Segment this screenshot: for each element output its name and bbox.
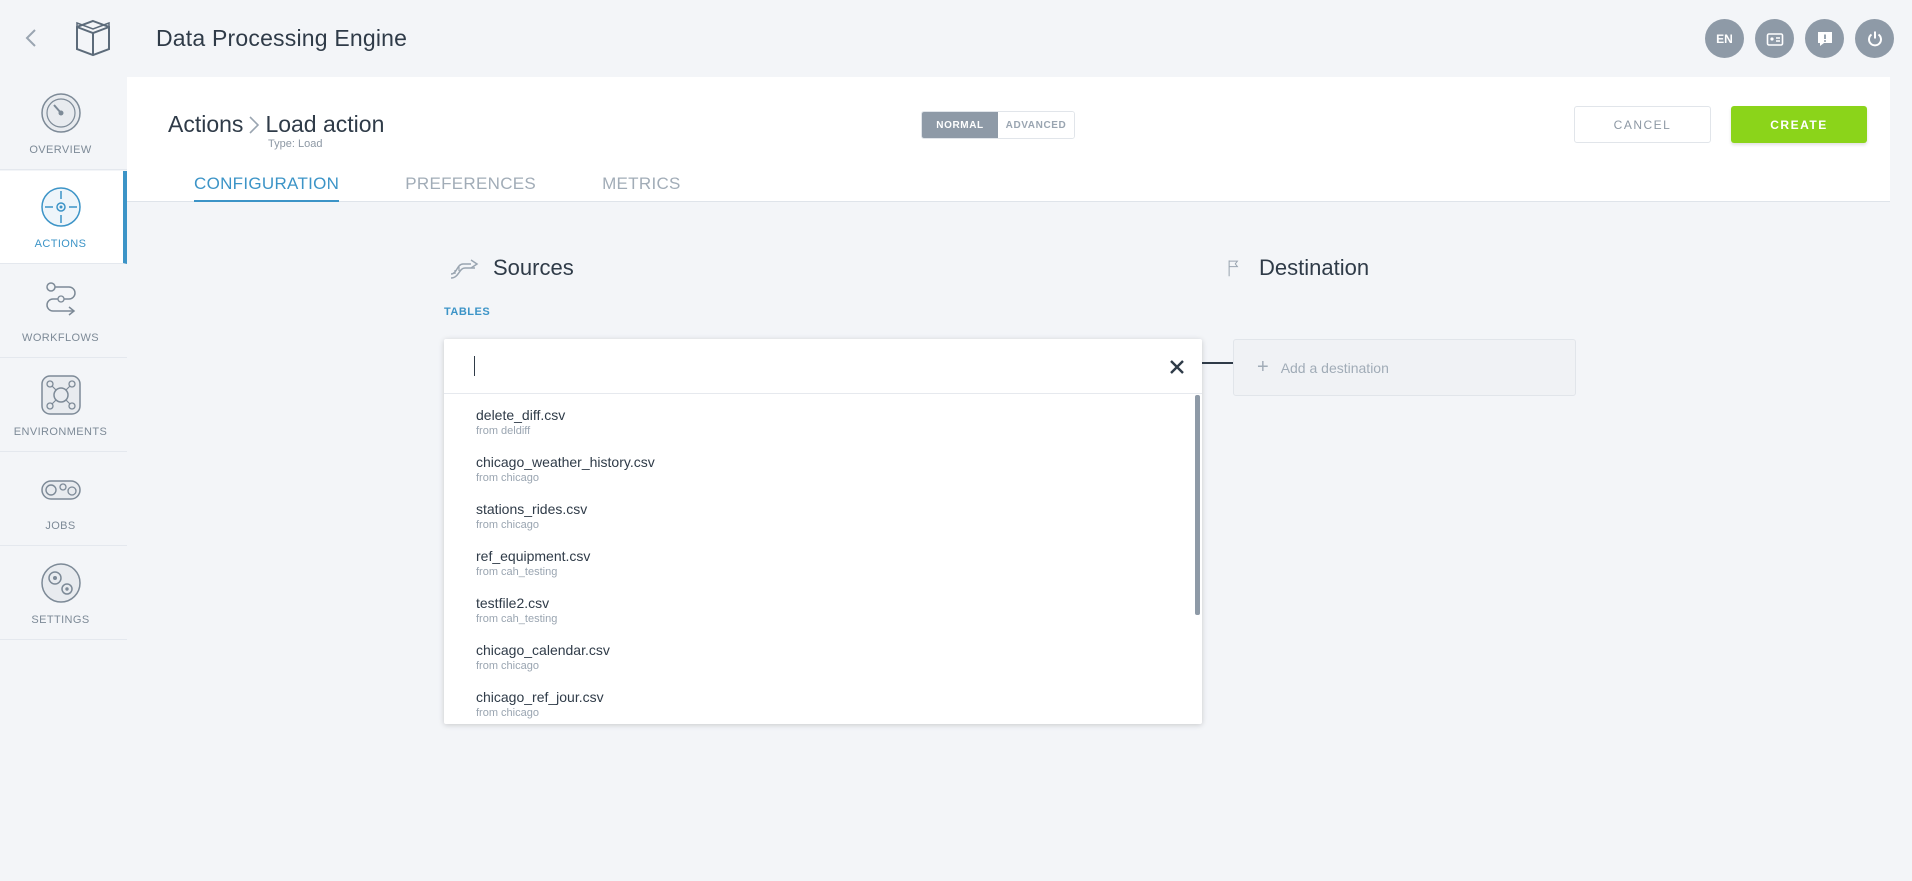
- conveyor-gears-icon: [41, 480, 81, 500]
- table-picker-dropdown: delete_diff.csv from deldiff chicago_wea…: [444, 339, 1202, 724]
- table-source: from cah_testing: [476, 566, 558, 578]
- help-chat-icon: [1817, 31, 1832, 46]
- sidebar-item-label: WORKFLOWS: [22, 332, 99, 344]
- chevron-right-icon: [249, 115, 260, 134]
- header-actions: EN: [1705, 19, 1894, 58]
- gears-icon: [41, 563, 81, 603]
- list-item[interactable]: delete_diff.csv from deldiff: [444, 395, 1194, 442]
- help-button[interactable]: [1805, 19, 1844, 58]
- list-item[interactable]: chicago_ref_jour.csv from chicago: [444, 677, 1194, 724]
- breadcrumb: Actions Load action: [168, 111, 384, 138]
- crosshair-target-icon: [41, 187, 81, 227]
- list-item[interactable]: testfile2.csv from cah_testing: [444, 583, 1194, 630]
- table-source: from chicago: [476, 660, 539, 672]
- app-logo-box-icon: [74, 18, 112, 58]
- table-name: chicago_weather_history.csv: [476, 454, 655, 470]
- sidebar-item-settings[interactable]: SETTINGS: [0, 547, 127, 640]
- table-name: delete_diff.csv: [476, 407, 566, 423]
- action-header: Actions Load action Type: Load NORMAL AD…: [127, 77, 1890, 202]
- list-item[interactable]: chicago_calendar.csv from chicago: [444, 630, 1194, 677]
- table-source: from chicago: [476, 519, 539, 531]
- language-label: EN: [1716, 31, 1733, 46]
- table-source: from chicago: [476, 707, 539, 719]
- sidebar-item-label: ENVIRONMENTS: [13, 426, 108, 438]
- profile-card-button[interactable]: [1755, 19, 1794, 58]
- sources-title: Sources: [493, 255, 574, 280]
- list-item[interactable]: chicago_weather_history.csv from chicago: [444, 442, 1194, 489]
- network-nodes-icon: [41, 375, 81, 415]
- destination-header: Destination: [1225, 254, 1369, 282]
- table-source: from deldiff: [476, 425, 531, 437]
- table-search-row: [444, 339, 1202, 394]
- sidebar: OVERVIEW ACTIONS WORKFLOWS ENVIRONMENTS …: [0, 77, 127, 644]
- table-name: chicago_ref_jour.csv: [476, 689, 604, 705]
- table-search-input[interactable]: [472, 353, 1132, 381]
- table-name: stations_rides.csv: [476, 501, 588, 517]
- sidebar-item-workflows[interactable]: WORKFLOWS: [0, 265, 127, 358]
- main-panel: Actions Load action Type: Load NORMAL AD…: [127, 77, 1890, 881]
- language-button[interactable]: EN: [1705, 19, 1744, 58]
- mode-advanced-button[interactable]: ADVANCED: [998, 112, 1074, 138]
- sidebar-item-overview[interactable]: OVERVIEW: [0, 77, 127, 170]
- sidebar-item-jobs[interactable]: JOBS: [0, 453, 127, 546]
- gauge-icon: [41, 93, 81, 133]
- page-title: Load action: [265, 111, 385, 137]
- sidebar-item-label: OVERVIEW: [29, 144, 92, 156]
- text-cursor: [474, 356, 475, 376]
- add-destination-label: Add a destination: [1280, 359, 1389, 376]
- id-card-icon: [1766, 32, 1783, 46]
- table-options-list: delete_diff.csv from deldiff chicago_wea…: [444, 395, 1202, 724]
- tables-label: TABLES: [444, 306, 491, 318]
- close-icon[interactable]: [1166, 356, 1188, 378]
- tab-metrics[interactable]: METRICS: [602, 174, 681, 202]
- action-type-label: Type: Load: [268, 138, 323, 150]
- table-name: chicago_calendar.csv: [476, 642, 610, 658]
- create-button[interactable]: CREATE: [1731, 106, 1867, 143]
- tab-configuration[interactable]: CONFIGURATION: [194, 174, 340, 202]
- sources-header: Sources: [449, 254, 574, 282]
- tab-preferences[interactable]: PREFERENCES: [405, 174, 536, 202]
- mode-normal-button[interactable]: NORMAL: [922, 112, 998, 138]
- power-icon: [1867, 31, 1882, 46]
- plus-icon: +: [1257, 356, 1269, 378]
- breadcrumb-actions-link[interactable]: Actions: [168, 111, 243, 138]
- top-bar: Data Processing Engine EN: [0, 0, 1912, 77]
- sidebar-item-label: ACTIONS: [34, 238, 87, 250]
- table-source: from chicago: [476, 472, 539, 484]
- mode-toggle: NORMAL ADVANCED: [921, 111, 1075, 139]
- list-scrollbar[interactable]: [1195, 395, 1200, 615]
- workflow-icon: [46, 282, 76, 316]
- sidebar-item-label: SETTINGS: [31, 614, 90, 626]
- list-item[interactable]: ref_equipment.csv from cah_testing: [444, 536, 1194, 583]
- list-item[interactable]: stations_rides.csv from chicago: [444, 489, 1194, 536]
- sidebar-item-actions[interactable]: ACTIONS: [0, 171, 127, 264]
- back-arrow-icon[interactable]: [22, 26, 42, 50]
- sources-pipes-icon: [450, 259, 479, 279]
- sidebar-item-label: JOBS: [45, 520, 76, 532]
- add-destination-button[interactable]: + Add a destination: [1233, 339, 1576, 396]
- destination-title: Destination: [1259, 255, 1370, 280]
- app-title: Data Processing Engine: [156, 25, 408, 51]
- source-destination-connector: [1202, 362, 1233, 364]
- sidebar-item-environments[interactable]: ENVIRONMENTS: [0, 359, 127, 452]
- cancel-button[interactable]: CANCEL: [1574, 106, 1711, 143]
- flag-icon: [1228, 260, 1239, 277]
- table-name: testfile2.csv: [476, 595, 550, 611]
- logout-button[interactable]: [1855, 19, 1894, 58]
- table-source: from cah_testing: [476, 613, 558, 625]
- table-name: ref_equipment.csv: [476, 548, 591, 564]
- tab-bar: CONFIGURATION PREFERENCES METRICS: [194, 174, 747, 202]
